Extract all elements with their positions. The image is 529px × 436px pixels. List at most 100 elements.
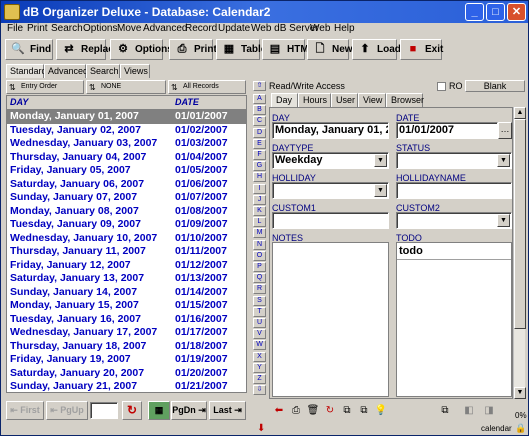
list-item[interactable]: Saturday, January 13, 2007 01/13/2007 (7, 272, 246, 286)
alpha-index-p[interactable]: P (253, 262, 266, 272)
list-item[interactable]: Thursday, January 18, 2007 01/18/2007 (7, 340, 246, 354)
color-grid-button[interactable]: ▦ (148, 401, 170, 420)
list-item[interactable]: Monday, January 15, 2007 01/15/2007 (7, 299, 246, 313)
menu-record[interactable]: Record (185, 23, 217, 34)
notes-textarea[interactable] (272, 242, 389, 397)
list-item[interactable]: Wednesday, January 03, 2007 01/03/2007 (7, 137, 246, 151)
list-item[interactable]: Sunday, January 07, 2007 01/07/2007 (7, 191, 246, 205)
list-item[interactable]: Thursday, January 04, 2007 01/04/2007 (7, 151, 246, 165)
attach-icon[interactable]: ⧉ (437, 402, 453, 420)
menu-move[interactable]: Move (117, 23, 141, 34)
tab-view[interactable]: View (358, 93, 386, 107)
undo-icon[interactable]: ↻ (322, 402, 338, 420)
alpha-up-icon[interactable]: ⇧ (253, 81, 266, 91)
list-item[interactable]: Monday, January 08, 2007 01/08/2007 (7, 205, 246, 219)
scroll-down-icon[interactable]: ▼ (514, 387, 526, 399)
alpha-index-x[interactable]: X (253, 351, 266, 362)
day-field[interactable]: Monday, January 01, 2007 (272, 122, 389, 139)
list-item[interactable]: Saturday, January 06, 2007 01/06/2007 (7, 178, 246, 192)
trash-icon[interactable]: 🗑 (305, 402, 321, 420)
alpha-index-i[interactable]: I (253, 183, 266, 194)
prev-record-icon[interactable]: ◧ (461, 402, 477, 420)
table-button[interactable]: ▦ Table (216, 39, 266, 60)
tab-hours[interactable]: Hours (298, 93, 331, 107)
alpha-index-k[interactable]: K (253, 206, 266, 216)
alpha-index-n[interactable]: N (253, 239, 266, 250)
tab-search[interactable]: Search (86, 64, 120, 78)
daytype-select[interactable]: Weekday ▼ (272, 152, 389, 169)
options-button[interactable]: ⚙ Options (110, 39, 173, 60)
alpha-index-m[interactable]: M (253, 228, 266, 239)
alpha-index-t[interactable]: T (253, 306, 266, 317)
pgup-button[interactable]: ⇤ PgUp (46, 401, 88, 420)
pgdn-button[interactable]: PgDn ⇥ (171, 401, 207, 420)
alpha-index-e[interactable]: E (253, 138, 266, 149)
tab-standard[interactable]: Standard (6, 64, 47, 78)
list-item[interactable]: Wednesday, January 10, 2007 01/10/2007 (7, 232, 246, 246)
menu-search[interactable]: Search (51, 23, 83, 34)
date-picker-button[interactable]: … (498, 122, 512, 139)
list-item[interactable]: Monday, January 01, 2007 01/01/2007 (7, 110, 246, 124)
first-button[interactable]: ⇤ First (6, 401, 44, 420)
ro-checkbox[interactable] (437, 82, 446, 91)
find-button[interactable]: 🔍 Find (5, 39, 53, 60)
close-button[interactable]: ✕ (507, 3, 526, 21)
tab-advanced[interactable]: Advanced (44, 64, 88, 78)
alpha-index-v[interactable]: V (253, 329, 266, 340)
html-button[interactable]: ▤ HTML (262, 39, 315, 60)
replace-button[interactable]: ⇄ Replace (56, 39, 119, 60)
todo-textarea[interactable]: todo (396, 242, 512, 397)
alpha-index-w[interactable]: W (253, 340, 266, 351)
alpha-index-h[interactable]: H (253, 172, 266, 183)
column-header-date[interactable]: DATE (175, 97, 199, 107)
new-button[interactable]: 🗋 New (307, 39, 353, 60)
date-field[interactable]: 01/01/2007 (396, 122, 498, 139)
custom1-field[interactable] (272, 212, 389, 229)
alpha-index-l[interactable]: L (253, 217, 266, 228)
alpha-index-o[interactable]: O (253, 250, 266, 261)
none-button[interactable]: ⇅ NONE (86, 80, 166, 94)
list-item[interactable]: Friday, January 05, 2007 01/05/2007 (7, 164, 246, 178)
paste-icon[interactable]: ⧉ (356, 402, 372, 420)
holliday-select[interactable]: ▼ (272, 182, 389, 199)
list-item[interactable]: Sunday, January 21, 2007 01/21/2007 (7, 380, 246, 392)
list-item[interactable]: Tuesday, January 02, 2007 01/02/2007 (7, 124, 246, 138)
menu-options[interactable]: Options (83, 23, 117, 34)
all-records-button[interactable]: ⇅ All Records (168, 80, 246, 94)
record-number-input[interactable] (90, 402, 118, 419)
list-item[interactable]: Sunday, January 14, 2007 01/14/2007 (7, 286, 246, 300)
alpha-index-d[interactable]: D (253, 127, 266, 138)
alpha-index-b[interactable]: B (253, 105, 266, 116)
alpha-index-y[interactable]: Y (253, 362, 266, 373)
tab-user[interactable]: User (331, 93, 358, 107)
tab-views[interactable]: Views (120, 64, 150, 78)
alpha-index-u[interactable]: U (253, 318, 266, 328)
list-item[interactable]: Saturday, January 20, 2007 01/20/2007 (7, 367, 246, 381)
menu-advanced[interactable]: Advanced (143, 23, 187, 34)
alpha-down-icon[interactable]: ⇩ (253, 385, 266, 396)
custom2-select[interactable]: ▼ (396, 212, 512, 229)
list-item[interactable]: Friday, January 12, 2007 01/12/2007 (7, 259, 246, 273)
alpha-index-c[interactable]: C (253, 116, 266, 127)
scroll-thumb[interactable] (514, 119, 526, 329)
alpha-index-z[interactable]: Z (253, 374, 266, 384)
menu-help[interactable]: Help (334, 23, 355, 34)
alpha-index-g[interactable]: G (253, 161, 266, 172)
alpha-index-a[interactable]: A (253, 94, 266, 104)
list-item[interactable]: Tuesday, January 16, 2007 01/16/2007 (7, 313, 246, 327)
menu-web[interactable]: Web (310, 23, 330, 34)
list-item[interactable]: Wednesday, January 17, 2007 01/17/2007 (7, 326, 246, 340)
alpha-index-f[interactable]: F (253, 150, 266, 160)
blank-button[interactable]: Blank (465, 80, 525, 92)
hollidayname-field[interactable] (396, 182, 512, 199)
tab-browser[interactable]: Browser (386, 93, 424, 107)
menu-update[interactable]: Update (218, 23, 250, 34)
form-scrollbar[interactable]: ▲ ▼ (513, 107, 526, 399)
alpha-index-r[interactable]: R (253, 284, 266, 295)
scroll-up-icon[interactable]: ▲ (514, 107, 526, 119)
alpha-index-s[interactable]: S (253, 295, 266, 306)
menu-file[interactable]: File (7, 23, 23, 34)
menu-print[interactable]: Print (27, 23, 48, 34)
entry-order-button[interactable]: ⇅ Entry Order (6, 80, 84, 94)
list-item[interactable]: Friday, January 19, 2007 01/19/2007 (7, 353, 246, 367)
